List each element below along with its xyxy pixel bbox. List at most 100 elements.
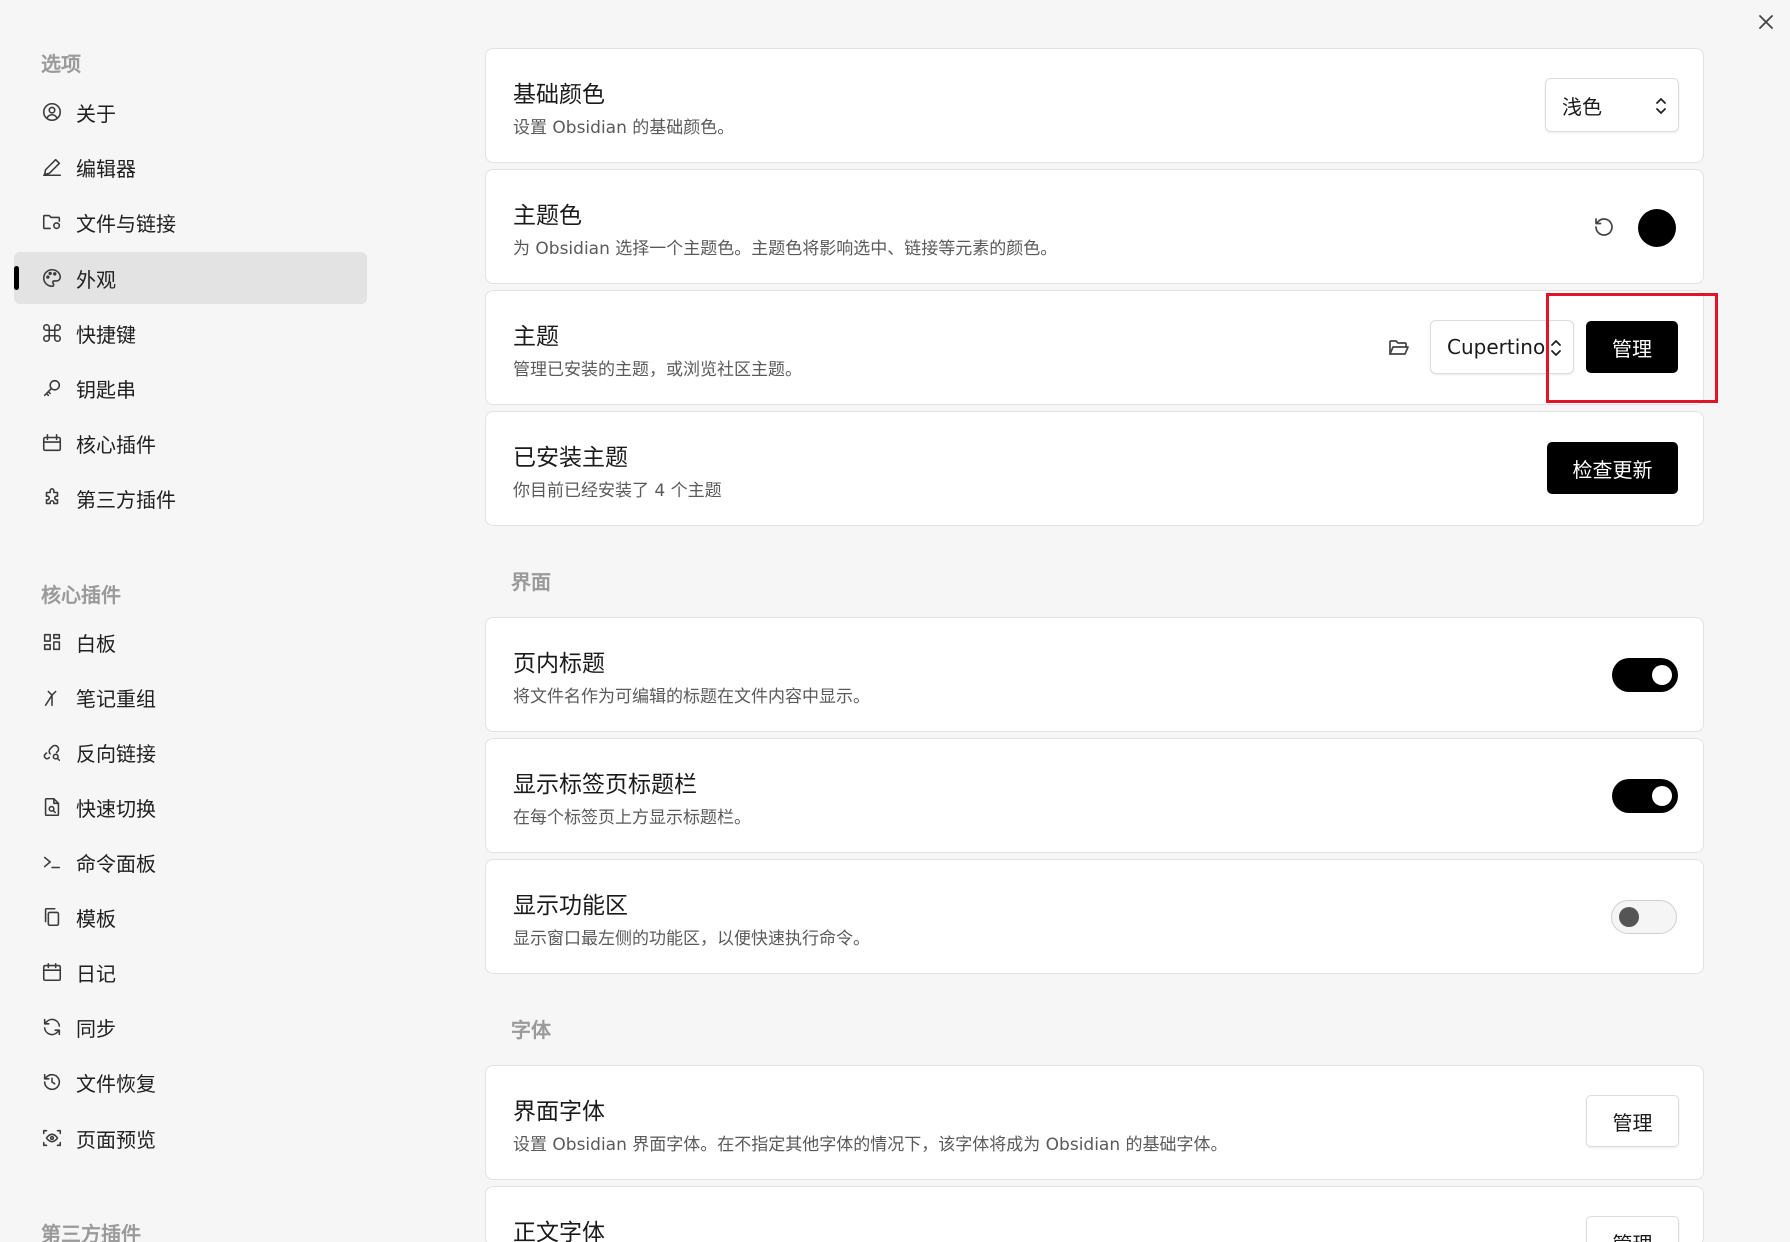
setting-title: 页内标题 [513, 651, 605, 677]
setting-title: 主题 [513, 324, 559, 350]
sidebar-item-label: 关于 [76, 101, 116, 126]
setting-description: 将文件名作为可编辑的标题在文件内容中显示。 [513, 687, 870, 707]
sidebar-section-core: 核心插件 [41, 583, 121, 607]
setting-interface-font: 界面字体 设置 Obsidian 界面字体。在不指定其他字体的情况下，该字体将成… [485, 1065, 1704, 1180]
setting-title: 已安装主题 [513, 445, 628, 471]
section-font: 字体 [511, 1018, 551, 1042]
setting-tab-title-bar: 显示标签页标题栏 在每个标签页上方显示标题栏。 [485, 738, 1704, 853]
sidebar-item-page-preview[interactable]: 页面预览 [14, 1112, 367, 1164]
setting-description: 在每个标签页上方显示标题栏。 [513, 808, 751, 828]
copy-icon [40, 905, 64, 929]
chevron-updown-icon [1656, 98, 1666, 114]
tab-title-bar-toggle[interactable] [1612, 779, 1678, 813]
sidebar-item-files-links[interactable]: 文件与链接 [14, 196, 367, 248]
folder-open-icon [1389, 340, 1409, 355]
manage-text-font-button[interactable]: 管理 [1586, 1216, 1679, 1242]
folder-cog-icon [40, 210, 64, 234]
settings-window: 选项 关于 编辑器 文件与链接 外观 快捷键 钥匙串 核心插件 第三方插件 核心… [0, 0, 1790, 1242]
sidebar-item-label: 钥匙串 [76, 377, 136, 402]
sidebar-item-appearance[interactable]: 外观 [14, 252, 367, 304]
sidebar-item-label: 第三方插件 [76, 487, 176, 512]
ribbon-toggle[interactable] [1611, 900, 1677, 934]
setting-title: 正文字体 [513, 1220, 605, 1242]
sidebar-item-canvas[interactable]: 白板 [14, 616, 367, 668]
sidebar-item-label: 核心插件 [76, 432, 156, 457]
setting-inline-title: 页内标题 将文件名作为可编辑的标题在文件内容中显示。 [485, 617, 1704, 732]
sidebar-item-sync[interactable]: 同步 [14, 1001, 367, 1053]
setting-title: 界面字体 [513, 1099, 605, 1125]
accent-color-swatch[interactable] [1638, 209, 1676, 247]
sidebar-item-label: 外观 [76, 267, 116, 292]
setting-installed-themes: 已安装主题 你目前已经安装了 4 个主题 检查更新 [485, 411, 1704, 526]
sidebar-item-keychain[interactable]: 钥匙串 [14, 362, 367, 414]
pencil-icon [40, 155, 64, 179]
sidebar-item-label: 白板 [76, 631, 116, 656]
setting-description: 管理已安装的主题，或浏览社区主题。 [513, 360, 802, 380]
sidebar-item-label: 快捷键 [76, 322, 136, 347]
sidebar-item-hotkeys[interactable]: 快捷键 [14, 307, 367, 359]
sidebar-item-label: 日记 [76, 961, 116, 986]
link-search-icon [40, 740, 64, 764]
sidebar-item-command-palette[interactable]: 命令面板 [14, 836, 367, 888]
select-value: 浅色 [1562, 94, 1602, 119]
manage-themes-button[interactable]: 管理 [1586, 321, 1678, 373]
section-interface: 界面 [511, 570, 551, 594]
puzzle-icon [40, 486, 64, 510]
sidebar-item-label: 反向链接 [76, 741, 156, 766]
reset-accent-button[interactable] [1589, 212, 1619, 242]
sidebar-item-core-plugins[interactable]: 核心插件 [14, 417, 367, 469]
base-color-select[interactable]: 浅色 [1545, 78, 1679, 132]
sidebar-item-label: 文件恢复 [76, 1071, 156, 1096]
check-updates-button[interactable]: 检查更新 [1547, 442, 1678, 494]
chevron-updown-icon [1551, 340, 1561, 356]
sidebar-item-editor[interactable]: 编辑器 [14, 141, 367, 193]
select-value: Cupertino [1447, 335, 1546, 359]
reset-icon [1595, 218, 1613, 236]
refresh-icon [40, 1015, 64, 1039]
setting-base-color: 基础颜色 设置 Obsidian 的基础颜色。 浅色 [485, 48, 1704, 163]
sidebar-item-label: 编辑器 [76, 156, 136, 181]
sidebar-item-label: 笔记重组 [76, 686, 156, 711]
setting-title: 显示功能区 [513, 893, 628, 919]
sidebar-item-file-recovery[interactable]: 文件恢复 [14, 1056, 367, 1108]
setting-title: 主题色 [513, 203, 582, 229]
inline-title-toggle[interactable] [1612, 658, 1678, 692]
sidebar-item-label: 文件与链接 [76, 211, 176, 236]
close-icon [1759, 15, 1773, 29]
sidebar-item-community-plugins[interactable]: 第三方插件 [14, 472, 367, 524]
sidebar-item-templates[interactable]: 模板 [14, 891, 367, 943]
setting-text-font: 正文字体 管理 [485, 1186, 1704, 1242]
sidebar-item-daily-notes[interactable]: 日记 [14, 946, 367, 998]
scan-eye-icon [40, 1126, 64, 1150]
sidebar-item-note-composer[interactable]: 笔记重组 [14, 671, 367, 723]
sidebar: 选项 关于 编辑器 文件与链接 外观 快捷键 钥匙串 核心插件 第三方插件 核心… [0, 0, 380, 1242]
setting-description: 设置 Obsidian 界面字体。在不指定其他字体的情况下，该字体将成为 Obs… [513, 1135, 1228, 1155]
calendar-icon [40, 960, 64, 984]
close-button[interactable] [1752, 8, 1780, 36]
sidebar-item-label: 页面预览 [76, 1127, 156, 1152]
setting-description: 你目前已经安装了 4 个主题 [513, 481, 722, 501]
sidebar-section-options: 选项 [41, 52, 81, 76]
key-icon [40, 376, 64, 400]
setting-theme: 主题 管理已安装的主题，或浏览社区主题。 Cupertino 管理 [485, 290, 1704, 405]
terminal-icon [40, 850, 64, 874]
calendar-box-icon [40, 431, 64, 455]
setting-title: 显示标签页标题栏 [513, 772, 697, 798]
history-icon [40, 1070, 64, 1094]
palette-icon [40, 266, 64, 290]
sidebar-section-community: 第三方插件 [41, 1222, 141, 1242]
setting-description: 设置 Obsidian 的基础颜色。 [513, 118, 735, 138]
sidebar-item-label: 模板 [76, 906, 116, 931]
command-icon [40, 321, 64, 345]
sidebar-item-quick-switcher[interactable]: 快速切换 [14, 781, 367, 833]
sidebar-item-label: 同步 [76, 1016, 116, 1041]
setting-description: 显示窗口最左侧的功能区，以便快速执行命令。 [513, 929, 870, 949]
manage-interface-font-button[interactable]: 管理 [1586, 1095, 1679, 1147]
theme-select[interactable]: Cupertino [1430, 320, 1574, 374]
layout-dashboard-icon [40, 630, 64, 654]
open-themes-folder-button[interactable] [1384, 333, 1414, 363]
sidebar-item-label: 快速切换 [76, 796, 156, 821]
sidebar-item-backlinks[interactable]: 反向链接 [14, 726, 367, 778]
file-search-icon [40, 795, 64, 819]
sidebar-item-about[interactable]: 关于 [14, 86, 367, 138]
